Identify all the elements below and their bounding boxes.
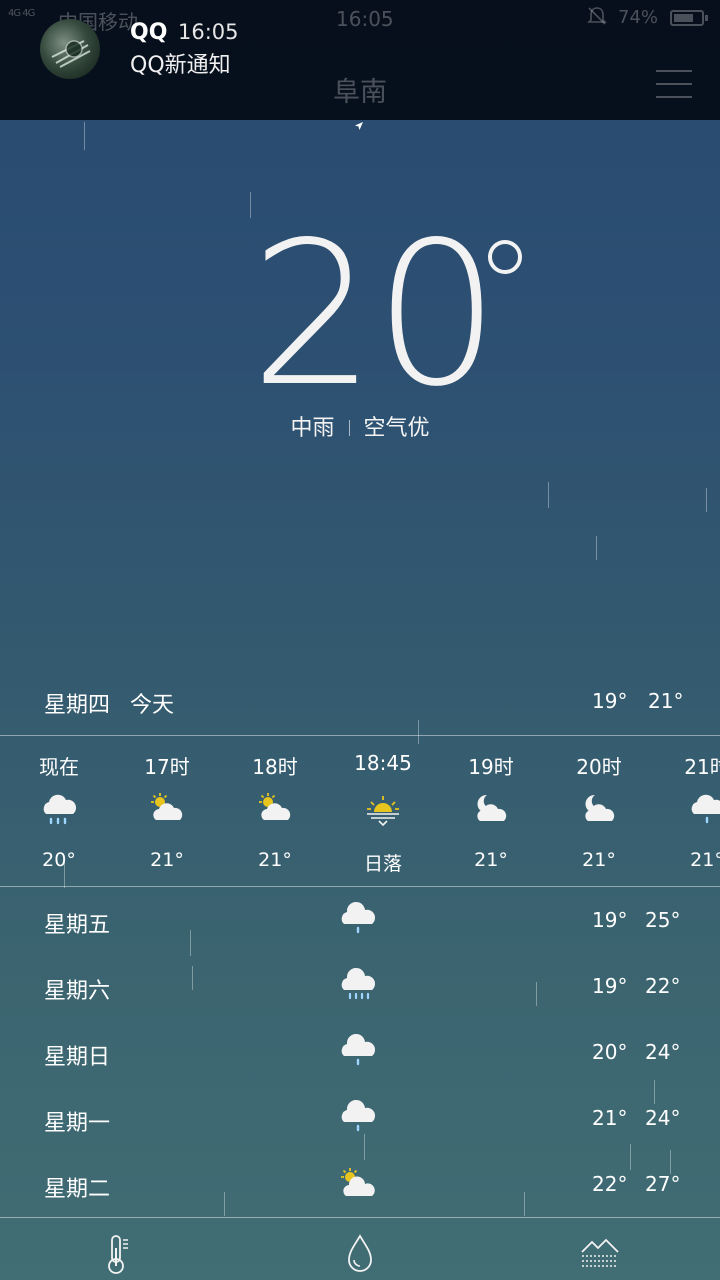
hour-temp: 21° <box>150 849 184 871</box>
partly-sunny-icon <box>259 793 291 820</box>
location-arrow-icon <box>355 122 363 130</box>
hour-item: 17时 21° <box>112 738 222 886</box>
today-row: 星期四 今天 19° 21° <box>0 683 720 723</box>
daily-row[interactable]: 星期六 19° 22° <box>0 954 720 1020</box>
hour-item: 18:45 日落 <box>328 738 438 886</box>
city-title[interactable]: 阜南 <box>0 70 720 109</box>
notification-app-name[interactable]: QQ <box>130 20 167 45</box>
light-rain-cloud-icon <box>691 794 720 824</box>
hour-time: 20时 <box>576 755 622 779</box>
daily-row[interactable]: 星期五 19° 25° <box>0 888 720 954</box>
daily-high: 27° <box>645 1172 681 1196</box>
battery-tip <box>705 15 708 21</box>
hourly-forecast[interactable]: 现在 20° 17时 21° 18时 21° 18:45 日落 19时 21° … <box>0 738 720 886</box>
hour-item: 18时 21° <box>220 738 330 886</box>
hour-time: 17时 <box>144 755 190 779</box>
daily-high: 24° <box>645 1106 681 1130</box>
daily-high: 25° <box>645 908 681 932</box>
condition-text: 中雨 <box>290 416 335 441</box>
moderate-rain-icon <box>341 967 376 1000</box>
divider-top <box>0 735 720 736</box>
rain-streak <box>548 482 549 508</box>
daily-weekday: 星期五 <box>44 913 111 938</box>
hour-temp: 21° <box>474 849 508 871</box>
light-rain-icon <box>341 1099 376 1132</box>
hour-temp: 21° <box>258 849 292 871</box>
signal-indicator: 4G 4G <box>8 8 35 19</box>
degree-symbol <box>488 240 522 274</box>
daily-low: 20° <box>592 1040 628 1064</box>
air-quality-text[interactable]: 空气优 <box>364 416 430 441</box>
daily-low: 19° <box>592 974 628 998</box>
current-temperature: 20 <box>250 199 500 430</box>
daily-low: 22° <box>592 1172 628 1196</box>
rain-streak <box>706 488 707 512</box>
divider-middle <box>0 886 720 887</box>
daily-high: 22° <box>645 974 681 998</box>
thermometer-icon[interactable] <box>96 1232 144 1276</box>
hour-item: 现在 20° <box>4 738 114 886</box>
current-condition-line: 中雨 空气优 <box>0 410 720 442</box>
daily-weekday: 星期一 <box>44 1111 111 1136</box>
hour-temp: 21° <box>582 849 616 871</box>
daily-high: 24° <box>645 1040 681 1064</box>
daily-weekday: 星期二 <box>44 1177 111 1202</box>
battery-icon <box>670 10 704 26</box>
bottom-nav <box>0 1218 720 1280</box>
partly-sunny-icon <box>341 1168 375 1196</box>
today-low: 19° <box>592 689 628 713</box>
status-bar: 4G 4G 中国移动 16:05 74% <box>0 0 720 36</box>
notification-overlay: 4G 4G 中国移动 16:05 74% QQ 16:05 QQ新通知 阜南 <box>0 0 720 120</box>
hour-temp: 21° <box>690 849 720 871</box>
daily-weekday: 星期六 <box>44 979 111 1004</box>
partly-cloudy-night-icon <box>585 794 615 821</box>
hour-temp: 20° <box>42 849 76 871</box>
daily-low: 21° <box>592 1106 628 1130</box>
daily-row[interactable]: 星期日 20° 24° <box>0 1020 720 1086</box>
today-weekday: 星期四 <box>44 693 111 718</box>
notification-time: 16:05 <box>178 20 239 44</box>
bell-muted-icon <box>587 7 607 25</box>
hour-time: 21时 <box>684 755 720 779</box>
hour-time: 19时 <box>468 755 514 779</box>
sunset-icon <box>367 796 399 827</box>
hour-item: 21时 21° <box>652 738 720 886</box>
daily-weekday: 星期日 <box>44 1045 111 1070</box>
daily-row[interactable]: 星期二 22° 27° <box>0 1152 720 1218</box>
light-rain-icon <box>341 1033 376 1066</box>
daily-row[interactable]: 星期一 21° 24° <box>0 1086 720 1152</box>
battery-level <box>674 14 693 22</box>
air-quality-icon[interactable] <box>576 1232 624 1276</box>
today-high: 21° <box>648 689 684 713</box>
hour-item: 19时 21° <box>436 738 546 886</box>
partly-cloudy-night-icon <box>477 794 507 821</box>
rain-streak <box>84 122 85 150</box>
hour-time: 现在 <box>39 755 79 779</box>
hour-item: 20时 21° <box>544 738 654 886</box>
daily-low: 19° <box>592 908 628 932</box>
light-rain-icon <box>341 901 376 934</box>
humidity-drop-icon[interactable] <box>336 1232 384 1276</box>
today-label: 今天 <box>130 693 175 718</box>
hour-time: 18时 <box>252 755 298 779</box>
condition-separator <box>348 420 350 436</box>
battery-percent: 74% <box>618 7 659 28</box>
status-time: 16:05 <box>336 7 394 31</box>
hour-time: 18:45 <box>354 751 412 775</box>
rain-streak <box>596 536 597 560</box>
rain-cloud-icon <box>43 794 77 825</box>
menu-icon[interactable] <box>656 70 692 100</box>
partly-sunny-icon <box>151 793 183 820</box>
hour-temp: 日落 <box>363 853 402 875</box>
